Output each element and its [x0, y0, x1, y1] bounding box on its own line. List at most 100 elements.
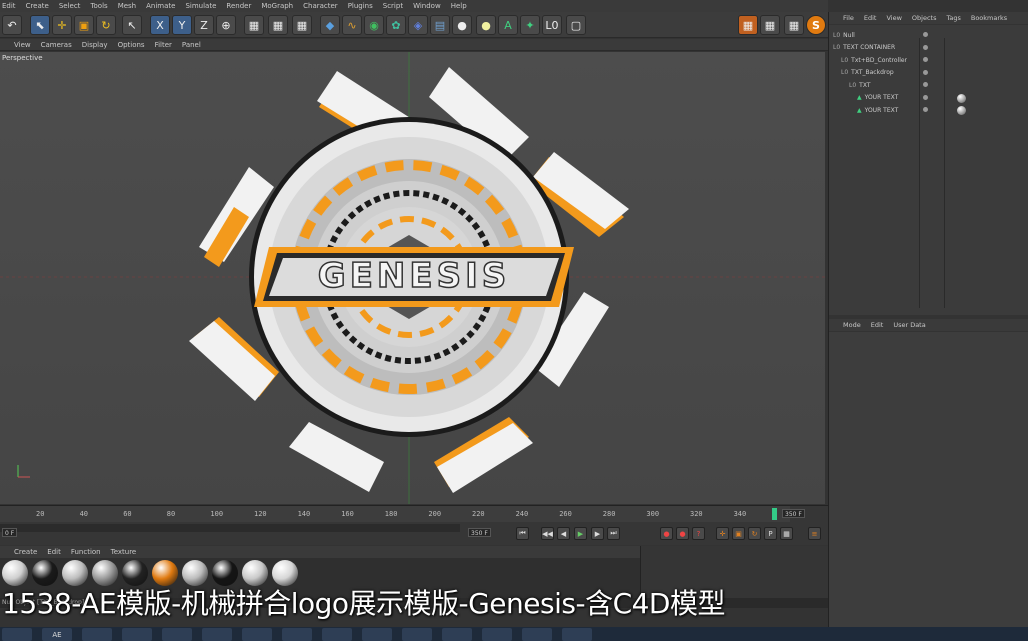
menu-character[interactable]: Character	[303, 2, 338, 10]
taskbar-item-c4d[interactable]	[82, 628, 112, 641]
menu-mograph[interactable]: MoGraph	[261, 2, 293, 10]
viewport-menu-panel[interactable]: Panel	[182, 41, 201, 49]
camera-icon[interactable]: ●	[452, 15, 472, 35]
menu-simulate[interactable]: Simulate	[185, 2, 216, 10]
viewport-perspective[interactable]: Perspective GENESIS	[0, 52, 825, 504]
menu-create[interactable]: Create	[26, 2, 49, 10]
taskbar-item-app[interactable]	[402, 628, 432, 641]
material-menu-create[interactable]: Create	[14, 548, 37, 556]
y-axis-icon[interactable]: Y	[172, 15, 192, 35]
key-pla-icon[interactable]: ▦	[780, 527, 793, 540]
visibility-dot[interactable]	[923, 57, 928, 62]
key-scale-icon[interactable]: ▣	[732, 527, 745, 540]
taskbar-item-app[interactable]	[562, 628, 592, 641]
objects-menu-file[interactable]: File	[843, 14, 854, 22]
menu-tools[interactable]: Tools	[90, 2, 107, 10]
light-icon[interactable]: ●	[476, 15, 496, 35]
objects-menu-bookmarks[interactable]: Bookmarks	[971, 14, 1007, 22]
cube-icon[interactable]: ◆	[320, 15, 340, 35]
viewport-menu-display[interactable]: Display	[82, 41, 108, 49]
cursor-icon[interactable]: ↖	[122, 15, 142, 35]
prev-frame-icon[interactable]: ◀	[557, 527, 570, 540]
taskbar-item-chrome[interactable]	[162, 628, 192, 641]
current-frame-field[interactable]: 0 F	[2, 528, 18, 537]
script-icon[interactable]: ▦	[760, 15, 780, 35]
playhead[interactable]	[772, 508, 777, 520]
visibility-dot[interactable]	[923, 44, 928, 50]
material-tag-icon[interactable]	[957, 106, 966, 115]
next-frame-icon[interactable]: ▶	[591, 527, 604, 540]
taskbar-item-media[interactable]	[242, 628, 272, 641]
render-region-icon[interactable]: ▦	[244, 15, 264, 35]
world-coord-icon[interactable]: ⊕	[216, 15, 236, 35]
objects-menu-objects[interactable]: Objects	[912, 14, 937, 22]
viewport-menu-filter[interactable]: Filter	[155, 41, 172, 49]
menu-window[interactable]: Window	[413, 2, 441, 10]
attributes-menu-mode[interactable]: Mode	[843, 321, 861, 329]
render-view-icon[interactable]: ▦	[268, 15, 288, 35]
viewport-menu-options[interactable]: Options	[118, 41, 145, 49]
play-icon[interactable]: ▶	[574, 527, 587, 540]
menu-render[interactable]: Render	[226, 2, 251, 10]
move-icon[interactable]: ✛	[52, 15, 72, 35]
snapshot-icon[interactable]: ▢	[566, 15, 586, 35]
material-menu-edit[interactable]: Edit	[47, 548, 61, 556]
deformer-icon[interactable]: ◈	[408, 15, 428, 35]
taskbar-item-app[interactable]	[362, 628, 392, 641]
material-menu-function[interactable]: Function	[71, 548, 101, 556]
undo-icon[interactable]: ↶	[2, 15, 22, 35]
objects-menu-view[interactable]: View	[886, 14, 901, 22]
menu-mesh[interactable]: Mesh	[118, 2, 136, 10]
menu-help[interactable]: Help	[451, 2, 467, 10]
menu-edit[interactable]: Edit	[2, 2, 16, 10]
menu-script[interactable]: Script	[383, 2, 403, 10]
object-row[interactable]: L0 TXT	[849, 79, 871, 91]
menu-select[interactable]: Select	[59, 2, 81, 10]
timeline-range-bar[interactable]	[0, 524, 460, 532]
key-pos-icon[interactable]: ✛	[716, 527, 729, 540]
rotate-icon[interactable]: ↻	[96, 15, 116, 35]
object-row[interactable]: ▲ YOUR TEXT	[857, 92, 898, 104]
tag-icon[interactable]: ✦	[520, 15, 540, 35]
viewport-menu-view[interactable]: View	[14, 41, 31, 49]
material-tag-icon[interactable]	[957, 93, 966, 103]
objects-menu-edit[interactable]: Edit	[864, 14, 877, 22]
scale-icon[interactable]: ▣	[74, 15, 94, 35]
array-icon[interactable]: ✿	[386, 15, 406, 35]
taskbar-item-ps[interactable]	[122, 628, 152, 641]
object-row[interactable]: ▲ YOUR TEXT	[857, 104, 898, 116]
keyframe-sel-icon[interactable]: ?	[692, 527, 705, 540]
goto-end-icon[interactable]: ⏭	[607, 527, 620, 540]
spline-icon[interactable]: ∿	[342, 15, 362, 35]
material-menu-texture[interactable]: Texture	[111, 548, 137, 556]
timeline-ruler[interactable]: 20 40 60 80 100 120 140 160 180 200 220 240 260 280 30…	[0, 506, 790, 522]
visibility-dot[interactable]	[923, 69, 928, 75]
record-icon[interactable]: ●	[660, 527, 673, 540]
object-row[interactable]: L0 Txt+BD_Controller	[841, 54, 907, 66]
taskbar-item-app[interactable]	[482, 628, 512, 641]
key-rot-icon[interactable]: ↻	[748, 527, 761, 540]
taskbar-item-app[interactable]	[442, 628, 472, 641]
z-axis-icon[interactable]: Z	[194, 15, 214, 35]
end-frame-field[interactable]: 350 F	[468, 528, 491, 537]
menu-plugins[interactable]: Plugins	[348, 2, 373, 10]
scene-icon[interactable]: L0	[542, 15, 562, 35]
taskbar-item-ae[interactable]: AE	[42, 628, 72, 641]
visibility-dot[interactable]	[923, 94, 928, 100]
floor-icon[interactable]: ▤	[430, 15, 450, 35]
taskbar-item-start[interactable]	[2, 628, 32, 641]
key-param-icon[interactable]: P	[764, 527, 777, 540]
visibility-dot[interactable]	[923, 107, 928, 112]
mograph-icon[interactable]: A	[498, 15, 518, 35]
prev-key-icon[interactable]: ◀◀	[541, 527, 554, 540]
x-axis-icon[interactable]: X	[150, 15, 170, 35]
viewport-menu-cameras[interactable]: Cameras	[41, 41, 72, 49]
object-row[interactable]: L0 Null	[833, 29, 855, 41]
taskbar-item-app[interactable]	[282, 628, 312, 641]
autokey-icon[interactable]: ●	[676, 527, 689, 540]
object-row[interactable]: L0 TXT_Backdrop	[841, 67, 894, 79]
layout-switch-icon[interactable]: ▦	[784, 15, 804, 35]
attributes-menu-user-data[interactable]: User Data	[893, 321, 925, 329]
taskbar-item-folder[interactable]	[202, 628, 232, 641]
taskbar-item-app[interactable]	[522, 628, 552, 641]
